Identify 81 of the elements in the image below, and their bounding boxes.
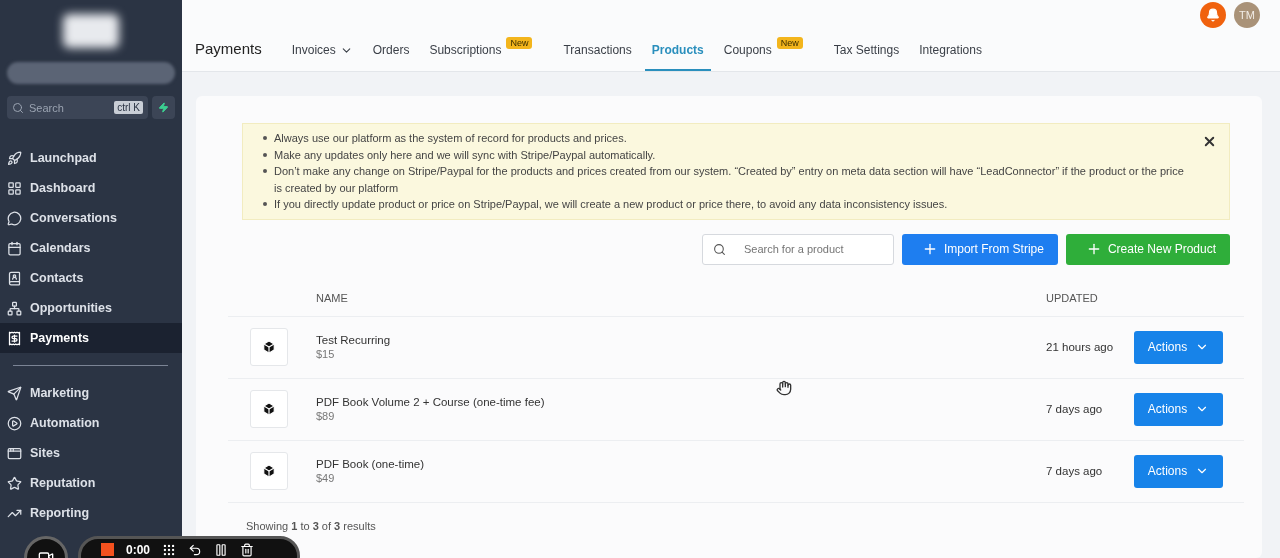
grip-icon[interactable]: [162, 543, 177, 557]
bullet: [263, 202, 267, 206]
sidebar-item[interactable]: Reporting: [0, 498, 182, 528]
cube-icon: [262, 402, 276, 416]
sidebar-item[interactable]: Reputation: [0, 468, 182, 498]
nav-tab[interactable]: Integrations: [912, 43, 989, 71]
browser-window-icon: [7, 445, 22, 461]
actions-button[interactable]: Actions: [1134, 392, 1223, 426]
product-price: $49: [316, 472, 336, 484]
sidebar-search-field[interactable]: Search ctrl K: [7, 96, 148, 119]
updated-time: 21 hours ago: [1046, 341, 1115, 353]
notice-text: Don’t make any change on Stripe/Paypal for the products and prices created from our system. “Created by” entry on meta data section will have “LeadConnector” if the product or the price is created by our platform: [274, 164, 1185, 196]
sidebar-item[interactable]: Calendars: [0, 233, 182, 263]
results-summary: Showing 1 to 3 of 3 results: [245, 518, 377, 532]
notice-text: Make any updates only here and we will sync with Stripe/Paypal automatically.: [274, 147, 656, 163]
notice-text: Always use our platform as the system of record for products and prices.: [274, 131, 627, 146]
blurred-account-switcher[interactable]: [7, 62, 175, 84]
nav-tab[interactable]: Tax Settings: [826, 43, 907, 71]
nav-tab[interactable]: Orders: [365, 43, 417, 71]
product-name: Test Recurring: [316, 334, 392, 346]
sidebar-item[interactable]: Automation: [0, 408, 182, 438]
rocket-icon: [7, 150, 22, 166]
sidebar-item[interactable]: Marketing: [0, 378, 182, 408]
search-icon: [12, 101, 24, 114]
new-badge: New: [506, 37, 533, 49]
undo-icon[interactable]: [188, 543, 203, 557]
star-icon: [7, 475, 22, 491]
column-header: UPDATED: [1046, 292, 1099, 304]
play-circle-icon: [7, 415, 22, 431]
recording-time: 0:00: [126, 543, 151, 557]
bullet: [263, 169, 267, 173]
actions-button[interactable]: Actions: [1134, 330, 1223, 364]
hand-cursor-icon: [776, 380, 792, 396]
nav-tab[interactable]: Products: [644, 43, 711, 71]
updated-time: 7 days ago: [1046, 465, 1104, 477]
sidebar-item[interactable]: Opportunities: [0, 293, 182, 323]
lightning-icon: [158, 102, 169, 113]
chat-bubble-icon: [7, 210, 22, 226]
close-icon: [1202, 134, 1217, 149]
actions-button[interactable]: Actions: [1134, 454, 1223, 488]
product-name: PDF Book Volume 2 + Course (one-time fee): [316, 396, 546, 408]
bullet: [263, 152, 267, 157]
contact-book-icon: [7, 270, 22, 286]
pause-icon[interactable]: [214, 543, 229, 557]
send-icon: [7, 385, 22, 401]
updated-time: 7 days ago: [1046, 403, 1104, 415]
nav-tab[interactable]: Invoices: [284, 43, 360, 71]
product-price: $15: [316, 348, 336, 360]
close-button[interactable]: [1202, 134, 1217, 149]
sidebar-item[interactable]: Sites: [0, 438, 182, 468]
sidebar-item[interactable]: Conversations: [0, 203, 182, 233]
sidebar-item[interactable]: Dashboard: [0, 173, 182, 203]
column-header: NAME: [316, 292, 349, 304]
network-icon: [7, 300, 22, 316]
grid-icon: [7, 180, 22, 196]
new-badge: New: [776, 37, 803, 49]
sidebar-item[interactable]: Contacts: [0, 263, 182, 293]
cube-icon: [262, 340, 276, 354]
nav-tab[interactable]: Transactions: [556, 43, 639, 71]
product-search-field[interactable]: Search for a product: [701, 233, 894, 265]
nav-tab[interactable]: Coupons: [716, 43, 779, 71]
page-title: Payments: [195, 40, 262, 59]
bell-icon: [1206, 8, 1220, 22]
cube-icon: [262, 464, 276, 478]
calendar-icon: [7, 240, 22, 256]
shortcut-key: ctrl K: [114, 101, 143, 114]
import-from-stripe-button[interactable]: Import From Stripe: [901, 233, 1058, 265]
sidebar-item[interactable]: Payments: [0, 323, 182, 353]
nav-tab[interactable]: Subscriptions: [422, 43, 509, 71]
bullet: [263, 136, 267, 140]
quick-action-button[interactable]: [152, 96, 175, 119]
receipt-icon: [7, 330, 22, 346]
notice-text: If you directly update product or price on Stripe/Paypal, we will create a new product or price there, to avoid any data inconsistency issues.: [274, 197, 948, 212]
product-name: PDF Book (one-time): [316, 458, 425, 470]
notification-button[interactable]: [1200, 2, 1226, 28]
search-icon: [712, 242, 726, 256]
trash-icon[interactable]: [240, 543, 255, 557]
blurred-logo: [63, 14, 119, 48]
product-price: $89: [316, 410, 336, 422]
search-placeholder: Search: [29, 101, 64, 114]
sidebar-item[interactable]: Launchpad: [0, 143, 182, 173]
